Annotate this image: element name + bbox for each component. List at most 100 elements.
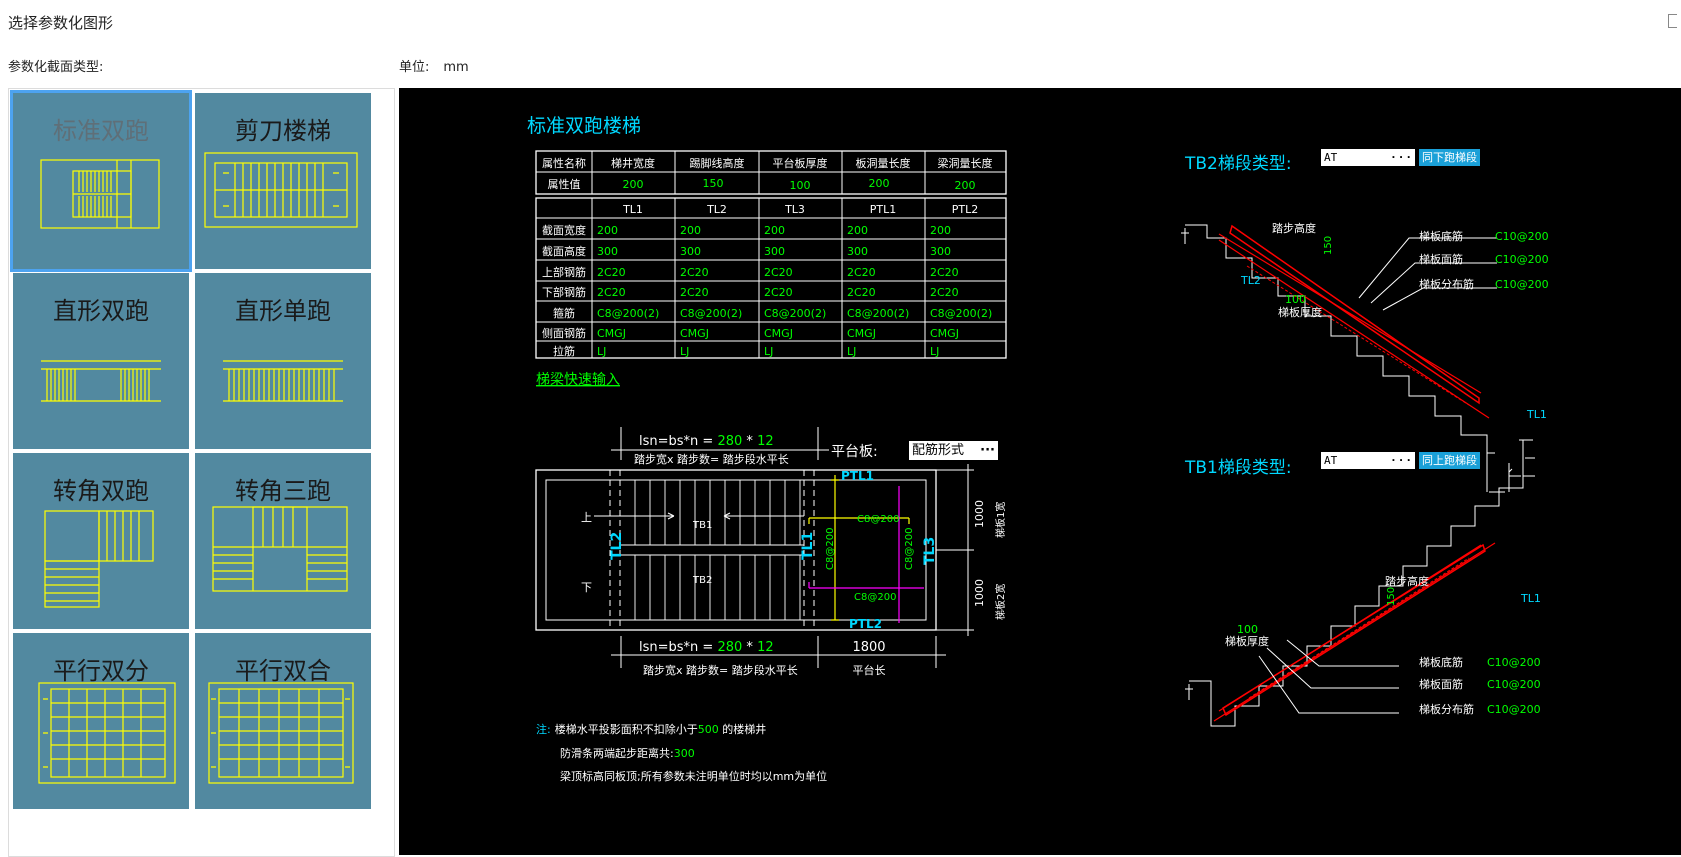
tb1-step-height-label: 踏步高度 [1385,574,1429,588]
property-table: 属性名称 梯井宽度 踢脚线高度 平台板厚度 板洞量长度 梁洞量长度 属性值 20… [535,150,1007,195]
tb2-type-combo[interactable]: AT ··· [1321,149,1415,166]
beam-cell[interactable]: 2C20 [680,266,709,279]
tb2-thickness: 100 [1285,293,1306,306]
beam-cell[interactable]: 200 [930,224,951,237]
tb1-type-combo[interactable]: AT ··· [1321,452,1415,469]
plan-platform-length: 1800 [852,640,885,655]
unit-row: 单位: mm [399,56,469,75]
thumb-corner-double-run[interactable]: 转角双跑 [13,453,189,629]
beam-cell[interactable]: LJ [764,345,773,358]
window-maximize-icon[interactable] [1668,14,1677,28]
thumb-parallel-merge[interactable]: 平行双合 [195,633,371,809]
prop-header: 踢脚线高度 [690,156,745,170]
plan-platform-length-label: 平台长 [853,663,886,677]
thumb-standard-double-run[interactable]: 标准双跑 [10,90,192,272]
plan-formula-bottom: lsn=bs*n = 280 * 12 [639,640,774,655]
beam-cell[interactable]: CMGJ [847,327,876,340]
beam-cell[interactable]: 2C20 [930,286,959,299]
beam-cell[interactable]: C8@200(2) [847,307,909,320]
plan-width1-label: 梯板1宽 [994,502,1007,538]
beam-cell[interactable]: 2C20 [680,286,709,299]
thumb-straight-double-run[interactable]: 直形双跑 [13,273,189,449]
beam-cell[interactable]: 300 [680,245,701,258]
platform-form-combo[interactable]: 配筋形式 ··· [909,441,998,460]
beam-cell[interactable]: 200 [764,224,785,237]
beam-cell[interactable]: 2C20 [764,286,793,299]
thumbnail-list[interactable]: 标准双跑 剪刀楼梯 直形双跑 直形单跑 转角双跑 转角三跑 平行双分 平行双合 [8,88,395,857]
prop-value[interactable]: 200 [869,177,890,190]
beam-cell[interactable]: C8@200(2) [930,307,992,320]
thumb-scissor-stair[interactable]: 剪刀楼梯 [195,93,371,269]
tb1-same-as-button[interactable]: 同上跑梯段 [1419,452,1480,469]
beam-cell[interactable]: 2C20 [597,286,626,299]
thumb-label: 平行双合 [235,657,331,685]
beam-cell[interactable]: 300 [764,245,785,258]
beam-cell[interactable]: CMGJ [680,327,709,340]
beam-table: TL1 TL2 TL3 PTL1 PTL2 截面宽度 200 200 200 200 20… [535,197,1007,359]
beam-cell[interactable]: 300 [847,245,868,258]
beam-cell[interactable]: 2C20 [764,266,793,279]
beam-row-label: 侧面钢筋 [542,326,586,340]
window-title: 选择参数化图形 [8,14,114,32]
tb1-dist-bar-label: 梯板分布筋 [1419,702,1474,716]
beam-cell[interactable]: 2C20 [847,286,876,299]
beam-header: TL1 [622,203,643,216]
beam-cell[interactable]: LJ [930,345,939,358]
plan-width1: 1000 [973,500,986,528]
prop-row-label: 属性值 [548,177,581,191]
more-icon[interactable]: ··· [1390,452,1413,469]
beam-cell[interactable]: C8@200(2) [680,307,742,320]
tb2-dist-bar: C10@200 [1495,278,1549,291]
beam-cell[interactable]: LJ [680,345,689,358]
thumb-corner-triple-run[interactable]: 转角三跑 [195,453,371,629]
plan-tl3: TL3 [922,537,938,565]
tb1-bottom-bar-label: 梯板底筋 [1419,655,1463,669]
prop-value[interactable]: 150 [703,177,724,190]
beam-cell[interactable]: 300 [597,245,618,258]
tb1-type-label: TB1梯段类型: [1184,458,1292,478]
quick-input-link[interactable]: 梯梁快速输入 [536,372,620,388]
prop-header: 板洞量长度 [856,156,911,170]
beam-cell[interactable]: CMGJ [764,327,793,340]
plan-down-label: 下 [581,581,592,594]
beam-cell[interactable]: 2C20 [597,266,626,279]
prop-value[interactable]: 200 [955,179,976,192]
beam-cell[interactable]: 200 [680,224,701,237]
beam-cell[interactable]: C8@200(2) [764,307,826,320]
beam-cell[interactable]: 2C20 [847,266,876,279]
prop-value[interactable]: 100 [790,179,811,192]
more-icon[interactable]: ··· [980,441,995,460]
tb2-thickness-label: 梯板厚度 [1278,305,1322,319]
tb1-top-bar-label: 梯板面筋 [1419,677,1463,691]
plan-rebar-d: C8@200 [904,528,915,570]
tb2-step-height-label: 踏步高度 [1272,221,1316,235]
tb1-bottom-bar: C10@200 [1487,656,1541,669]
beam-cell[interactable]: LJ [847,345,856,358]
beam-cell[interactable]: C8@200(2) [597,307,659,320]
beam-cell[interactable]: 200 [847,224,868,237]
beam-row-label: 箍筋 [553,306,575,320]
beam-cell[interactable]: CMGJ [930,327,959,340]
thumb-straight-single-run[interactable]: 直形单跑 [195,273,371,449]
plan-rebar-a: C8@200 [857,514,899,525]
beam-cell[interactable]: CMGJ [597,327,626,340]
plan-width2: 1000 [973,579,986,607]
plan-width2-label: 梯板2宽 [994,584,1007,620]
plan-formula-top: lsn=bs*n = 280 * 12 [639,434,774,449]
beam-cell[interactable]: 2C20 [930,266,959,279]
tb1-top-bar: C10@200 [1487,678,1541,691]
beam-cell[interactable]: 300 [930,245,951,258]
beam-header: PTL1 [870,203,896,216]
thumb-label: 剪刀楼梯 [235,117,331,145]
beam-cell[interactable]: 200 [597,224,618,237]
tb2-same-as-button[interactable]: 同下跑梯段 [1419,149,1480,166]
beam-cell[interactable]: LJ [597,345,606,358]
more-icon[interactable]: ··· [1390,149,1413,166]
prop-header: 梁洞量长度 [938,156,993,170]
thumb-parallel-split[interactable]: 平行双分 [13,633,189,809]
tb1-step-height: 150 [1386,587,1397,606]
tb2-tl1: TL1 [1526,408,1547,421]
prop-value[interactable]: 200 [623,178,644,191]
tb2-bottom-bar: C10@200 [1495,230,1549,243]
beam-header: TL2 [706,203,727,216]
